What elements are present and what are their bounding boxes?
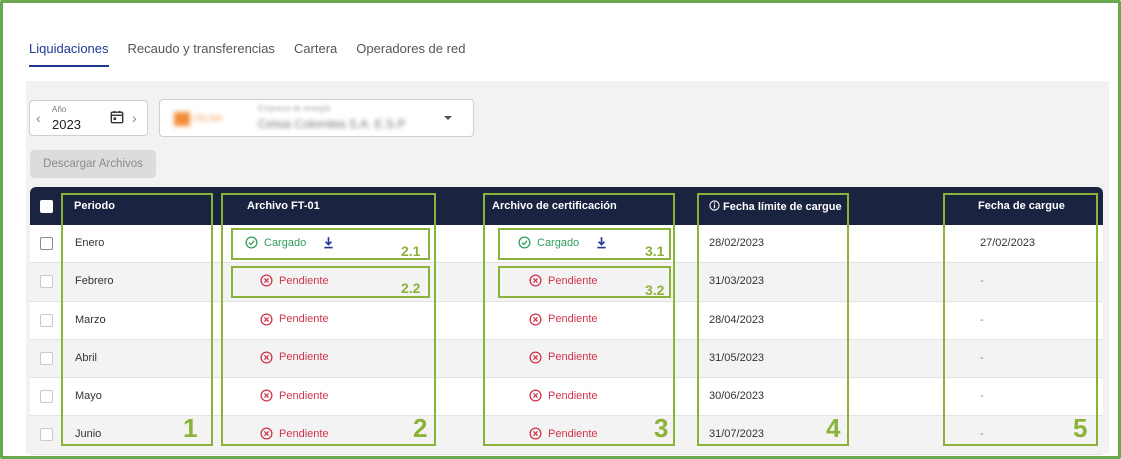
table-row[interactable]: Febrero Pendiente Pendiente 31/03/2023 -	[30, 263, 1103, 302]
cell-fecha-limite: 31/07/2023	[709, 428, 765, 441]
cell-fecha-cargue: -	[980, 351, 984, 364]
cell-periodo: Febrero	[75, 275, 114, 288]
annotation-label-4: 4	[826, 413, 841, 443]
annotation-label-3: 3	[654, 413, 669, 443]
tab-bar: Liquidaciones Recaudo y transferencias C…	[29, 40, 484, 68]
cell-fecha-cargue: -	[980, 275, 984, 288]
x-circle-icon	[529, 313, 542, 326]
download-icon[interactable]	[322, 236, 335, 249]
status-ft01: Pendiente	[260, 313, 329, 326]
download-icon[interactable]	[595, 236, 608, 249]
table-row[interactable]: Marzo Pendiente Pendiente 28/04/2023 -	[30, 301, 1103, 340]
header-fecha-limite[interactable]: Fecha límite de cargue	[709, 200, 842, 213]
year-value[interactable]: 2023	[52, 117, 81, 132]
cell-periodo: Enero	[75, 237, 105, 249]
x-circle-icon	[260, 389, 273, 402]
cell-fecha-limite: 28/02/2023	[709, 237, 765, 249]
annotation-label-1: 1	[183, 413, 198, 443]
company-logo: CELSIA	[174, 112, 234, 126]
chevron-left-icon[interactable]: ‹	[36, 110, 41, 126]
status-ft01[interactable]: Cargado	[245, 236, 335, 249]
tab-operadores-red[interactable]: Operadores de red	[356, 40, 474, 67]
x-circle-icon	[529, 427, 542, 441]
info-icon	[709, 200, 720, 211]
company-sub-label: Empresa de energía	[258, 104, 331, 113]
x-circle-icon	[260, 351, 273, 364]
header-archivo-certificacion[interactable]: Archivo de certificación	[492, 200, 617, 212]
cell-fecha-cargue: -	[980, 313, 984, 326]
annotation-label-5: 5	[1073, 413, 1088, 443]
status-certificacion: Pendiente	[529, 313, 598, 326]
check-circle-icon	[518, 236, 531, 249]
download-files-button[interactable]: Descargar Archivos	[30, 150, 156, 178]
cell-fecha-cargue: 27/02/2023	[980, 237, 1036, 249]
company-selector[interactable]: CELSIA Empresa de energía Celsia Colombi…	[159, 99, 474, 137]
cell-fecha-limite: 31/03/2023	[709, 275, 765, 288]
cell-fecha-cargue: -	[980, 428, 984, 441]
status-certificacion: Pendiente	[529, 274, 598, 287]
x-circle-icon	[260, 427, 273, 441]
cell-periodo: Marzo	[75, 313, 106, 326]
check-circle-icon	[245, 236, 258, 249]
status-certificacion: Pendiente	[529, 427, 598, 441]
table-row[interactable]: Enero Cargado Cargado 28/02/2023 27/02/2023	[30, 225, 1103, 264]
x-circle-icon	[529, 274, 542, 287]
status-ft01: Pendiente	[260, 274, 329, 287]
header-periodo[interactable]: Periodo	[74, 200, 115, 212]
status-certificacion[interactable]: Cargado	[518, 236, 608, 249]
header-fecha-cargue[interactable]: Fecha de cargue	[978, 200, 1065, 212]
x-circle-icon	[529, 389, 542, 402]
company-name: Celsia Colombia S.A. E.S.P	[258, 117, 406, 131]
row-checkbox[interactable]	[40, 351, 53, 365]
annotation-label-2: 2	[413, 413, 428, 443]
annotation-label-2-2: 2.2	[401, 280, 421, 296]
annotation-label-2-1: 2.1	[401, 243, 421, 259]
tab-recaudo-transferencias[interactable]: Recaudo y transferencias	[128, 40, 284, 67]
status-certificacion: Pendiente	[529, 351, 598, 364]
cell-fecha-limite: 30/06/2023	[709, 390, 765, 403]
status-ft01: Pendiente	[260, 427, 329, 441]
tab-cartera[interactable]: Cartera	[294, 40, 346, 67]
cell-fecha-limite: 31/05/2023	[709, 351, 765, 364]
table-row[interactable]: Mayo Pendiente Pendiente 30/06/2023 -	[30, 378, 1103, 417]
row-checkbox[interactable]	[40, 428, 53, 442]
annotation-label-3-1: 3.1	[645, 243, 665, 259]
cell-periodo: Abril	[75, 351, 98, 364]
x-circle-icon	[529, 351, 542, 364]
cell-fecha-cargue: -	[980, 390, 984, 403]
select-all-checkbox[interactable]	[40, 200, 53, 213]
row-checkbox[interactable]	[40, 275, 53, 289]
status-ft01: Pendiente	[260, 351, 329, 364]
status-ft01: Pendiente	[260, 389, 329, 402]
table-header: Periodo Archivo FT-01 Archivo de certifi…	[30, 187, 1103, 225]
caret-down-icon[interactable]	[444, 116, 452, 120]
row-checkbox[interactable]	[40, 237, 53, 250]
row-checkbox[interactable]	[40, 390, 53, 404]
cell-periodo: Mayo	[75, 390, 102, 403]
tab-liquidaciones[interactable]: Liquidaciones	[29, 40, 109, 67]
annotation-label-3-2: 3.2	[645, 282, 665, 298]
x-circle-icon	[260, 313, 273, 326]
cell-fecha-limite: 28/04/2023	[709, 313, 765, 326]
table-row[interactable]: Abril Pendiente Pendiente 31/05/2023 -	[30, 339, 1103, 379]
x-circle-icon	[260, 274, 273, 287]
row-checkbox[interactable]	[40, 313, 53, 327]
cell-periodo: Junio	[75, 428, 102, 441]
status-certificacion: Pendiente	[529, 389, 598, 402]
header-archivo-ft01[interactable]: Archivo FT-01	[247, 200, 320, 212]
year-selector[interactable]: ‹ Año 2023 ›	[29, 100, 148, 136]
chevron-right-icon[interactable]: ›	[132, 110, 137, 126]
calendar-icon[interactable]	[110, 110, 124, 124]
year-label: Año	[52, 105, 67, 114]
